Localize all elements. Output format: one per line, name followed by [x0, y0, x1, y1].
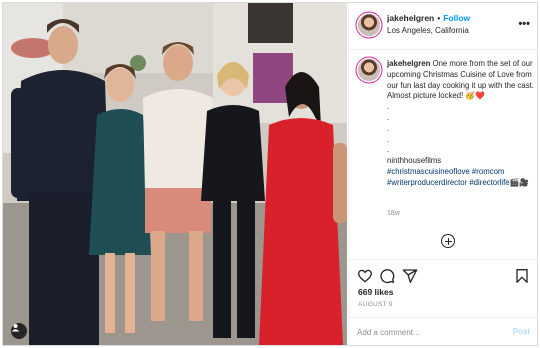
caption-timestamp: 18w: [387, 210, 400, 217]
follow-button[interactable]: Follow: [443, 13, 470, 23]
post-photo[interactable]: [3, 3, 347, 345]
avatar[interactable]: [358, 14, 380, 36]
caption-dot: .: [387, 112, 390, 122]
post-comment-button[interactable]: Post: [513, 327, 530, 336]
more-options-icon[interactable]: •••: [518, 18, 530, 30]
author-username[interactable]: jakehelgren: [387, 13, 434, 23]
heart-icon[interactable]: [357, 268, 373, 284]
post-header: jakehelgren • Follow Los Angeles, Californ…: [349, 3, 537, 50]
group-photo-illustration: [3, 3, 347, 345]
tagged-user-icon: [11, 324, 20, 332]
caption-username[interactable]: jakehelgren: [387, 59, 430, 68]
comment-input[interactable]: [357, 325, 497, 339]
share-icon[interactable]: [402, 268, 418, 284]
caption-avatar[interactable]: [358, 59, 380, 81]
likes-count[interactable]: 669 likes: [358, 287, 393, 297]
hashtag-line[interactable]: #writerproducerdirector #directorlife🎬🎥: [387, 178, 535, 189]
bookmark-icon[interactable]: [514, 268, 530, 284]
caption-dot: .: [387, 145, 390, 155]
caption-company: ninthhousefilms: [387, 156, 442, 166]
caption-dot: .: [387, 123, 390, 133]
caption-dot: .: [387, 134, 390, 144]
post-date: AUGUST 9: [358, 301, 393, 308]
comment-icon[interactable]: [379, 268, 395, 284]
post-caption: jakehelgren One more from the set of our…: [387, 59, 535, 189]
plus-circle-icon[interactable]: [441, 234, 455, 248]
hashtag-line[interactable]: #christmascuisineoflove #romcom: [387, 167, 535, 178]
instagram-post: jakehelgren • Follow Los Angeles, Californ…: [2, 2, 538, 346]
post-side-panel: jakehelgren • Follow Los Angeles, Californ…: [348, 3, 537, 345]
location-link[interactable]: Los Angeles, California: [387, 26, 469, 35]
separator-dot: •: [437, 13, 441, 23]
tagged-users-button[interactable]: [11, 323, 27, 339]
caption-dot: .: [387, 102, 390, 112]
comment-bar: Post: [349, 317, 537, 345]
